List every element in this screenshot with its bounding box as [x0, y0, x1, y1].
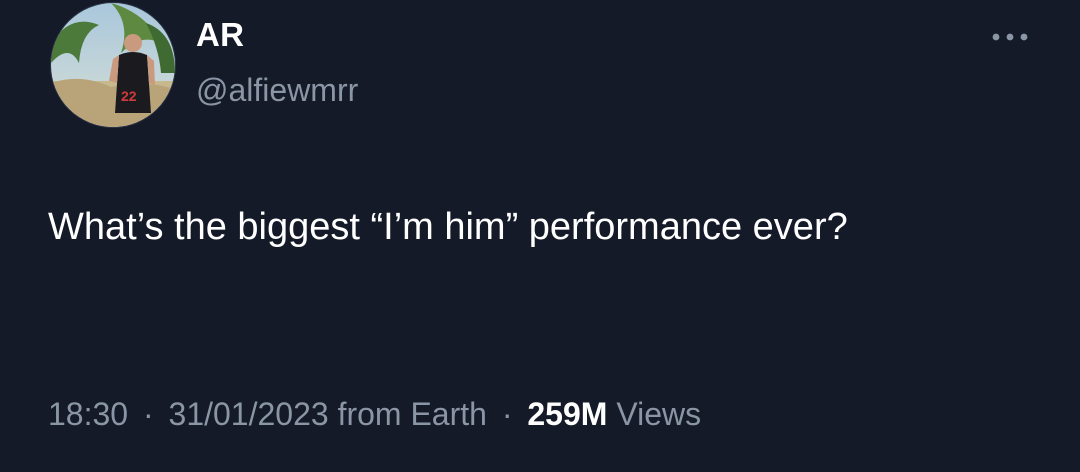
- more-options-icon: [992, 33, 1028, 41]
- tweet-meta: 18:30 · 31/01/2023 from Earth · 259M Vie…: [48, 396, 701, 433]
- display-name[interactable]: AR: [196, 16, 244, 54]
- user-handle[interactable]: @alfiewmrr: [196, 72, 358, 109]
- meta-separator: ·: [142, 396, 154, 432]
- more-options-button[interactable]: [985, 22, 1035, 52]
- tweet-source: from Earth: [337, 396, 487, 432]
- views-count[interactable]: 259M: [527, 396, 607, 432]
- views-label[interactable]: Views: [616, 396, 701, 432]
- tweet-time[interactable]: 18:30: [48, 396, 128, 432]
- tweet-text: What’s the biggest “I’m him” performance…: [48, 206, 848, 248]
- tweet-date[interactable]: 31/01/2023: [169, 396, 329, 432]
- meta-separator: ·: [501, 396, 513, 432]
- svg-text:22: 22: [121, 88, 137, 104]
- tweet-card: 22 AR @alfiewmrr What’s the biggest “I’m…: [0, 0, 1080, 472]
- avatar-photo-icon: 22: [51, 3, 175, 127]
- avatar[interactable]: 22: [50, 2, 176, 128]
